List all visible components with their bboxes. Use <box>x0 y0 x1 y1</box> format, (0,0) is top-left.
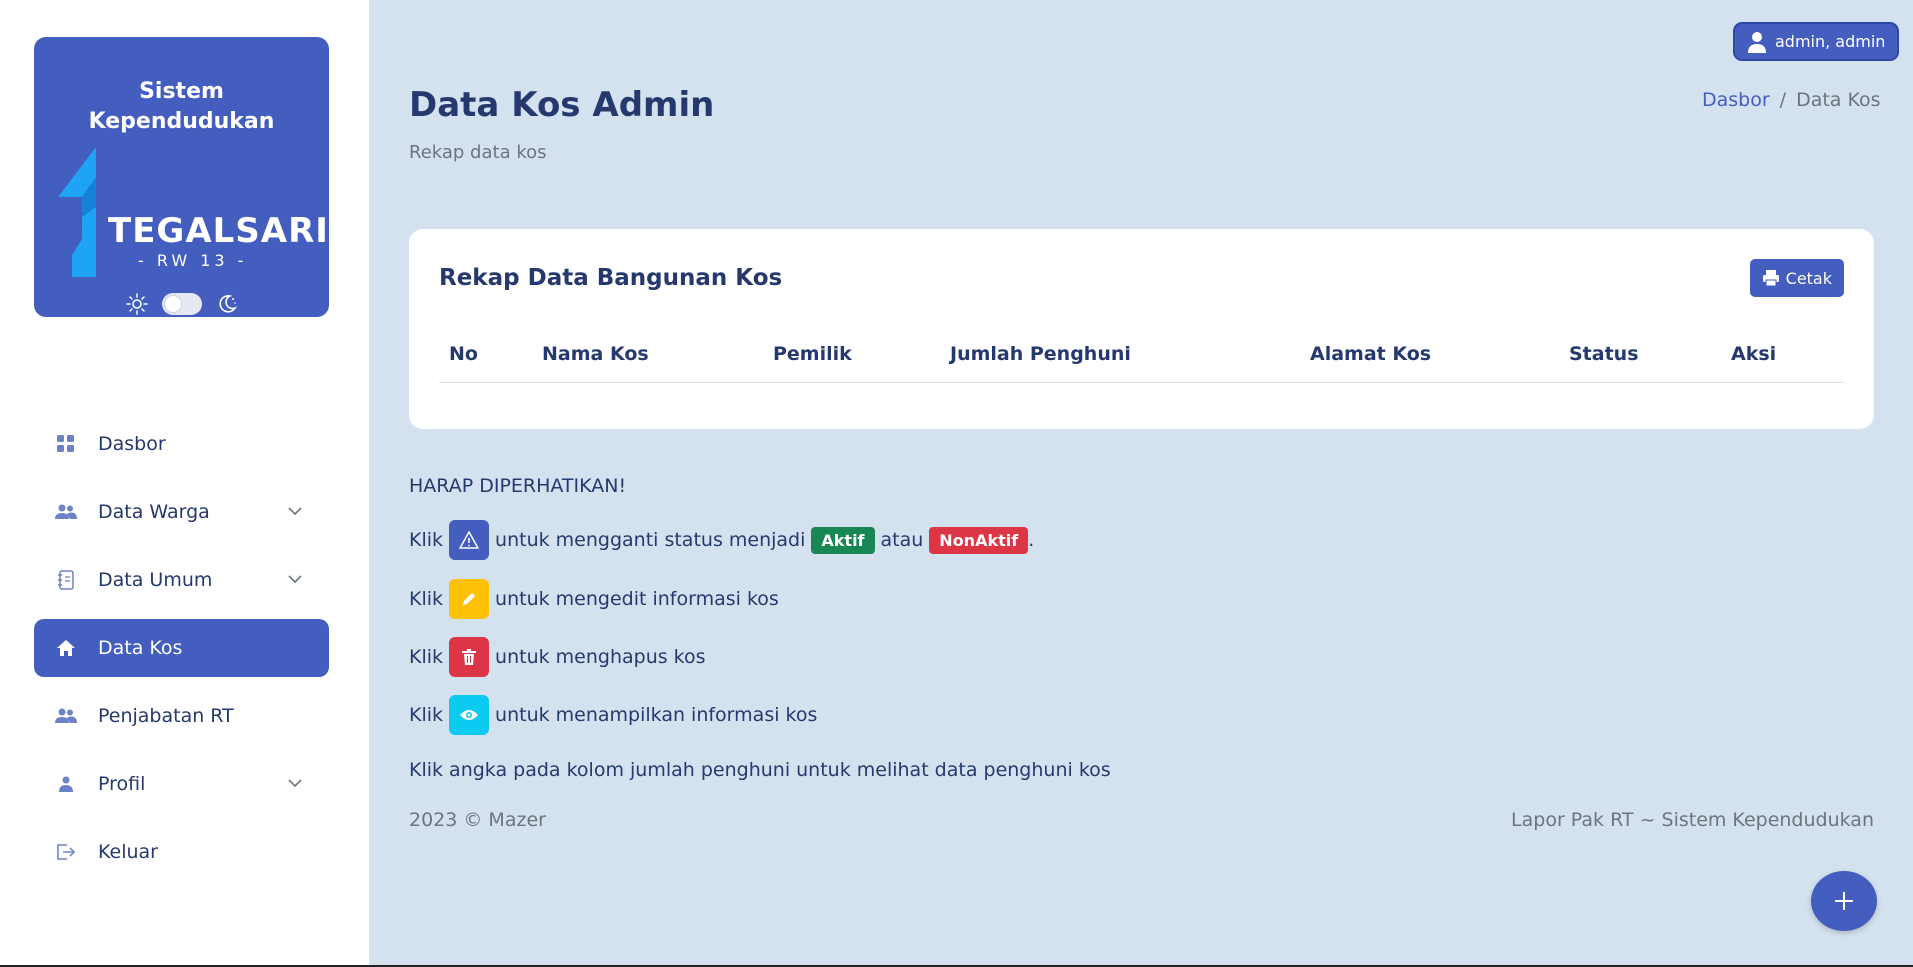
breadcrumb-current: Data Kos <box>1796 89 1881 111</box>
brand-title: Sistem Kependudukan <box>88 79 275 134</box>
delete-sample-button <box>449 637 490 677</box>
edit-sample-button <box>449 579 490 619</box>
period-text: . <box>1028 529 1035 551</box>
journal-icon <box>54 568 78 592</box>
logout-icon <box>54 840 78 864</box>
print-button[interactable]: Cetak <box>1749 259 1844 297</box>
notice-status-row: Klik untuk mengganti status menjadi Akti… <box>409 520 1034 560</box>
sidebar-menu: Dasbor Data Warga Data Umum Data Kos Pen… <box>34 415 329 891</box>
logo-mark-icon <box>58 147 96 277</box>
house-icon <box>54 636 78 660</box>
people-icon <box>54 704 78 728</box>
sidebar-item-data-umum[interactable]: Data Umum <box>34 551 329 609</box>
sidebar-item-dasbor[interactable]: Dasbor <box>34 415 329 473</box>
add-fab-button[interactable] <box>1811 871 1877 931</box>
user-icon <box>1748 31 1766 53</box>
column-header-pemilik[interactable]: Pemilik <box>773 343 852 365</box>
pencil-icon <box>463 593 476 605</box>
klik-text: Klik <box>409 646 444 668</box>
sidebar-item-penjabatan-rt[interactable]: Penjabatan RT <box>34 687 329 745</box>
breadcrumb: Dasbor / Data Kos <box>1702 89 1881 111</box>
page-subtitle: Rekap data kos <box>409 142 547 163</box>
moon-icon <box>218 295 237 313</box>
atau-text: atau <box>880 529 924 551</box>
footer-app-name: Lapor Pak RT ~ Sistem Kependudukan <box>1511 809 1874 831</box>
people-icon <box>54 500 78 524</box>
chevron-down-icon <box>288 575 302 584</box>
klik-text: Klik <box>409 588 444 610</box>
footer-copyright: 2023 © Mazer <box>409 809 546 831</box>
theme-switch[interactable] <box>161 293 202 315</box>
column-header-aksi[interactable]: Aksi <box>1731 343 1776 365</box>
tegalsari-logo: TEGALSARI - RW 13 - <box>58 147 328 282</box>
status-text: untuk mengganti status menjadi <box>495 529 806 551</box>
printer-icon <box>1762 270 1779 287</box>
badge-nonaktif: NonAktif <box>929 526 1029 554</box>
column-header-status[interactable]: Status <box>1569 343 1639 365</box>
sidebar: Sistem Kependudukan TEGALSARI - RW 13 - <box>0 0 369 965</box>
theme-toggle[interactable] <box>34 293 329 315</box>
klik-text: Klik <box>409 704 444 726</box>
breadcrumb-link-dasbor[interactable]: Dasbor <box>1702 89 1770 111</box>
sidebar-item-label: Data Warga <box>98 501 210 523</box>
print-label: Cetak <box>1785 268 1832 288</box>
sidebar-item-label: Data Kos <box>98 637 183 659</box>
brand-card: Sistem Kependudukan TEGALSARI - RW 13 - <box>34 37 329 317</box>
user-label: admin, admin <box>1775 32 1886 51</box>
klik-text: Klik <box>409 529 444 551</box>
trash-icon <box>462 649 477 665</box>
chevron-down-icon <box>288 507 302 516</box>
page-title: Data Kos Admin <box>409 85 715 125</box>
eye-icon <box>460 710 479 720</box>
edit-text: untuk mengedit informasi kos <box>495 588 779 610</box>
notice-delete-row: Klik untuk menghapus kos <box>409 637 706 677</box>
sidebar-item-keluar[interactable]: Keluar <box>34 823 329 881</box>
sidebar-item-label: Keluar <box>98 841 158 863</box>
notice-edit-row: Klik untuk mengedit informasi kos <box>409 579 779 619</box>
warning-triangle-icon <box>459 531 480 549</box>
badge-aktif: Aktif <box>811 526 875 554</box>
sidebar-item-label: Dasbor <box>98 433 166 455</box>
breadcrumb-separator: / <box>1779 89 1787 111</box>
sidebar-item-label: Data Umum <box>98 569 213 591</box>
sidebar-item-profil[interactable]: Profil <box>34 755 329 813</box>
column-header-jumlah-penghuni[interactable]: Jumlah Penghuni <box>950 343 1131 365</box>
view-sample-button <box>449 695 490 735</box>
kos-data-card: Rekap Data Bangunan Kos Cetak No Nama Ko… <box>409 229 1874 429</box>
card-title: Rekap Data Bangunan Kos <box>439 265 783 291</box>
table-header: No Nama Kos Pemilik Jumlah Penghuni Alam… <box>439 333 1844 383</box>
sidebar-item-data-warga[interactable]: Data Warga <box>34 483 329 541</box>
user-menu-button[interactable]: admin, admin <box>1733 22 1900 61</box>
column-header-no[interactable]: No <box>449 343 478 365</box>
penghuni-info-line: Klik angka pada kolom jumlah penghuni un… <box>409 759 1111 781</box>
sidebar-item-label: Profil <box>98 773 146 795</box>
chevron-down-icon <box>288 779 302 788</box>
sun-icon <box>125 293 148 315</box>
grid-icon <box>54 432 78 456</box>
logo-sub: - RW 13 - <box>138 251 248 270</box>
column-header-nama-kos[interactable]: Nama Kos <box>542 343 649 365</box>
notice-heading: HARAP DIPERHATIKAN! <box>409 475 627 497</box>
view-text: untuk menampilkan informasi kos <box>495 704 818 726</box>
notice-view-row: Klik untuk menampilkan informasi kos <box>409 695 817 735</box>
column-header-alamat-kos[interactable]: Alamat Kos <box>1310 343 1431 365</box>
sidebar-item-data-kos[interactable]: Data Kos <box>34 619 329 677</box>
logo-word: TEGALSARI <box>108 211 329 251</box>
delete-text: untuk menghapus kos <box>495 646 706 668</box>
status-toggle-sample-button <box>449 520 490 560</box>
sidebar-item-label: Penjabatan RT <box>98 705 234 727</box>
person-icon <box>54 772 78 796</box>
plus-icon <box>1835 892 1853 910</box>
